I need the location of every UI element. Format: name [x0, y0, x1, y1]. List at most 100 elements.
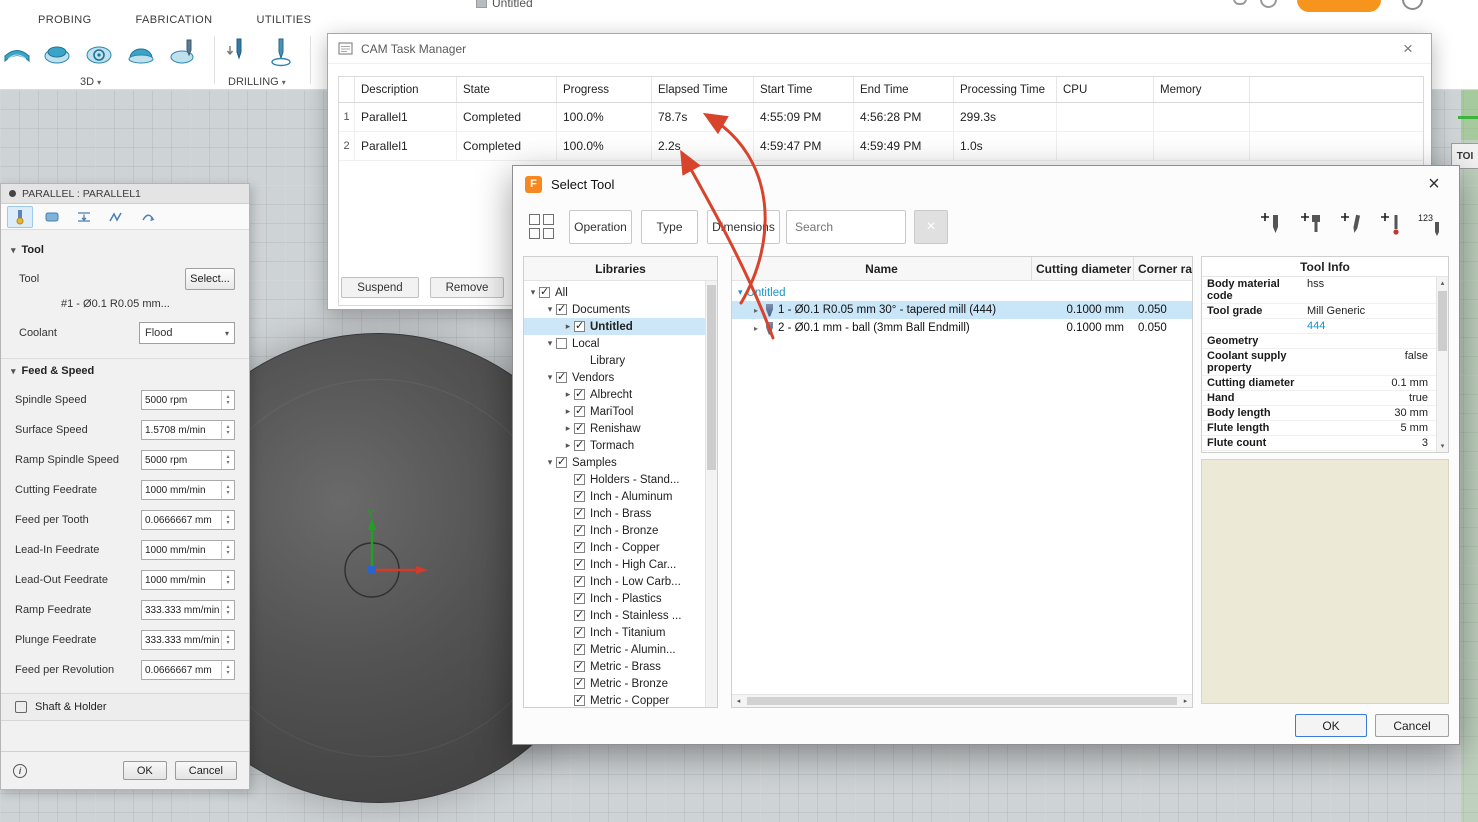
tree-checkbox[interactable]: [574, 319, 585, 332]
tree-expand-icon[interactable]: ▸: [562, 423, 574, 434]
tool-row[interactable]: ▸ 1 - Ø0.1 R0.05 mm 30° - tapered mill (…: [732, 301, 1192, 319]
spinner-icon[interactable]: [221, 571, 234, 589]
ribbon-tab[interactable]: UTILITIES: [256, 14, 311, 26]
scroll-down-icon[interactable]: ▾: [1437, 440, 1448, 452]
ribbon-tab[interactable]: PROBING: [38, 14, 92, 26]
task-manager-titlebar[interactable]: CAM Task Manager ×: [328, 34, 1431, 64]
library-tree-item[interactable]: ▸ Albrecht: [524, 386, 705, 403]
shaft-holder-section[interactable]: Shaft & Holder: [1, 693, 249, 721]
chevron-down-icon[interactable]: ▾: [738, 287, 743, 298]
collapse-icon[interactable]: ▾: [11, 366, 16, 377]
suspend-button[interactable]: Suspend: [341, 277, 419, 298]
tree-checkbox[interactable]: [556, 338, 567, 349]
tree-checkbox[interactable]: [556, 370, 567, 383]
tab-tool-icon[interactable]: [7, 205, 33, 228]
library-tree-item[interactable]: Library: [524, 352, 705, 369]
library-tree-item[interactable]: Metric - Copper: [524, 692, 705, 707]
clear-search-icon[interactable]: ×: [914, 210, 948, 244]
drilling-icon-2[interactable]: [266, 36, 296, 68]
column-header[interactable]: CPU: [1057, 77, 1154, 102]
cancel-button[interactable]: Cancel: [1375, 714, 1449, 737]
library-tree-item[interactable]: Inch - Aluminum: [524, 488, 705, 505]
scrollbar-thumb[interactable]: [707, 285, 716, 470]
close-icon[interactable]: ×: [1421, 173, 1447, 196]
libraries-scrollbar[interactable]: [705, 281, 717, 707]
column-corner-radius[interactable]: Corner ra: [1134, 257, 1192, 280]
library-tree-item[interactable]: Inch - Bronze: [524, 522, 705, 539]
library-tree-item[interactable]: ▾ All: [524, 284, 705, 301]
tool-group-row[interactable]: ▾ Untitled: [732, 284, 1192, 301]
column-cutting-diameter[interactable]: Cutting diameter: [1032, 257, 1134, 280]
spinner-icon[interactable]: [221, 391, 234, 409]
tree-expand-icon[interactable]: ▾: [544, 338, 556, 349]
select-tool-titlebar[interactable]: F Select Tool ×: [513, 166, 1459, 202]
cancel-button[interactable]: Cancel: [174, 761, 237, 780]
filter-type-button[interactable]: Type: [641, 210, 698, 244]
toolpath-3d-icon-2[interactable]: [42, 36, 72, 68]
tool-row[interactable]: ▸ 2 - Ø0.1 mm - ball (3mm Ball Endmill) …: [732, 319, 1192, 337]
add-lathe-tool-icon[interactable]: [1336, 210, 1368, 244]
tree-checkbox[interactable]: [574, 540, 585, 553]
tree-expand-icon[interactable]: ▾: [544, 304, 556, 315]
library-tree-item[interactable]: ▾ Local: [524, 335, 705, 352]
tree-checkbox[interactable]: [574, 591, 585, 604]
feed-speed-section-header[interactable]: ▾ Feed & Speed: [11, 365, 249, 377]
column-header[interactable]: Elapsed Time: [652, 77, 754, 102]
column-header[interactable]: State: [457, 77, 557, 102]
spinner-icon[interactable]: [221, 601, 234, 619]
library-view-icon[interactable]: [529, 214, 555, 240]
library-tree-item[interactable]: ▸ MariTool: [524, 403, 705, 420]
coolant-select[interactable]: Flood ▾: [139, 322, 235, 344]
library-tree-item[interactable]: Metric - Alumin...: [524, 641, 705, 658]
column-header[interactable]: End Time: [854, 77, 954, 102]
library-tree-item[interactable]: ▾ Vendors: [524, 369, 705, 386]
toolpath-3d-icon-3[interactable]: [84, 36, 114, 68]
library-tree-item[interactable]: ▾ Samples: [524, 454, 705, 471]
column-header[interactable]: Progress: [557, 77, 652, 102]
ribbon-tab[interactable]: FABRICATION: [136, 14, 213, 26]
horizontal-scrollbar[interactable]: ◂ ▸: [732, 694, 1192, 707]
library-tree-item[interactable]: ▸ Renishaw: [524, 420, 705, 437]
tree-checkbox[interactable]: [574, 608, 585, 621]
library-tree-item[interactable]: Inch - Titanium: [524, 624, 705, 641]
scrollbar-thumb[interactable]: [747, 697, 1177, 705]
tool-select-button[interactable]: Select...: [185, 268, 235, 290]
add-probe-icon[interactable]: [1376, 210, 1408, 244]
tree-checkbox[interactable]: [574, 625, 585, 638]
tree-expand-icon[interactable]: ▸: [562, 406, 574, 417]
parallel-dialog-header[interactable]: PARALLEL : PARALLEL1: [1, 184, 249, 204]
drilling-icon-1[interactable]: [224, 36, 254, 68]
tree-checkbox[interactable]: [574, 404, 585, 417]
tool-info-scrollbar[interactable]: ▴ ▾: [1436, 277, 1448, 452]
extension-button[interactable]: [1297, 0, 1381, 12]
toolpath-3d-icon-5[interactable]: [168, 36, 198, 68]
tree-expand-icon[interactable]: ▾: [527, 287, 539, 298]
profile-avatar[interactable]: [1260, 0, 1277, 8]
remove-button[interactable]: Remove: [430, 277, 504, 298]
tree-checkbox[interactable]: [574, 642, 585, 655]
notifications-icon[interactable]: [1233, 0, 1247, 5]
tree-expand-icon[interactable]: ▾: [544, 457, 556, 468]
field-input[interactable]: 1000 mm/min: [141, 540, 235, 560]
spinner-icon[interactable]: [221, 541, 234, 559]
tree-checkbox[interactable]: [574, 472, 585, 485]
tree-checkbox[interactable]: [574, 574, 585, 587]
tree-checkbox[interactable]: [574, 438, 585, 451]
ok-button[interactable]: OK: [1295, 714, 1367, 737]
filter-operation-button[interactable]: Operation: [569, 210, 632, 244]
library-tree-item[interactable]: Inch - Brass: [524, 505, 705, 522]
scroll-right-icon[interactable]: ▸: [1179, 695, 1192, 707]
tree-checkbox[interactable]: [574, 659, 585, 672]
field-input[interactable]: 1000 mm/min: [141, 480, 235, 500]
field-input[interactable]: 333.333 mm/min: [141, 630, 235, 650]
tree-expand-icon[interactable]: ▸: [562, 321, 574, 332]
tree-checkbox[interactable]: [556, 455, 567, 468]
field-input[interactable]: 333.333 mm/min: [141, 600, 235, 620]
field-input[interactable]: 1000 mm/min: [141, 570, 235, 590]
tree-checkbox[interactable]: [574, 506, 585, 519]
info-icon[interactable]: i: [13, 763, 27, 778]
tree-checkbox[interactable]: [574, 676, 585, 689]
tab-passes-icon[interactable]: [103, 206, 129, 228]
column-header[interactable]: Start Time: [754, 77, 854, 102]
tree-checkbox[interactable]: [574, 693, 585, 706]
